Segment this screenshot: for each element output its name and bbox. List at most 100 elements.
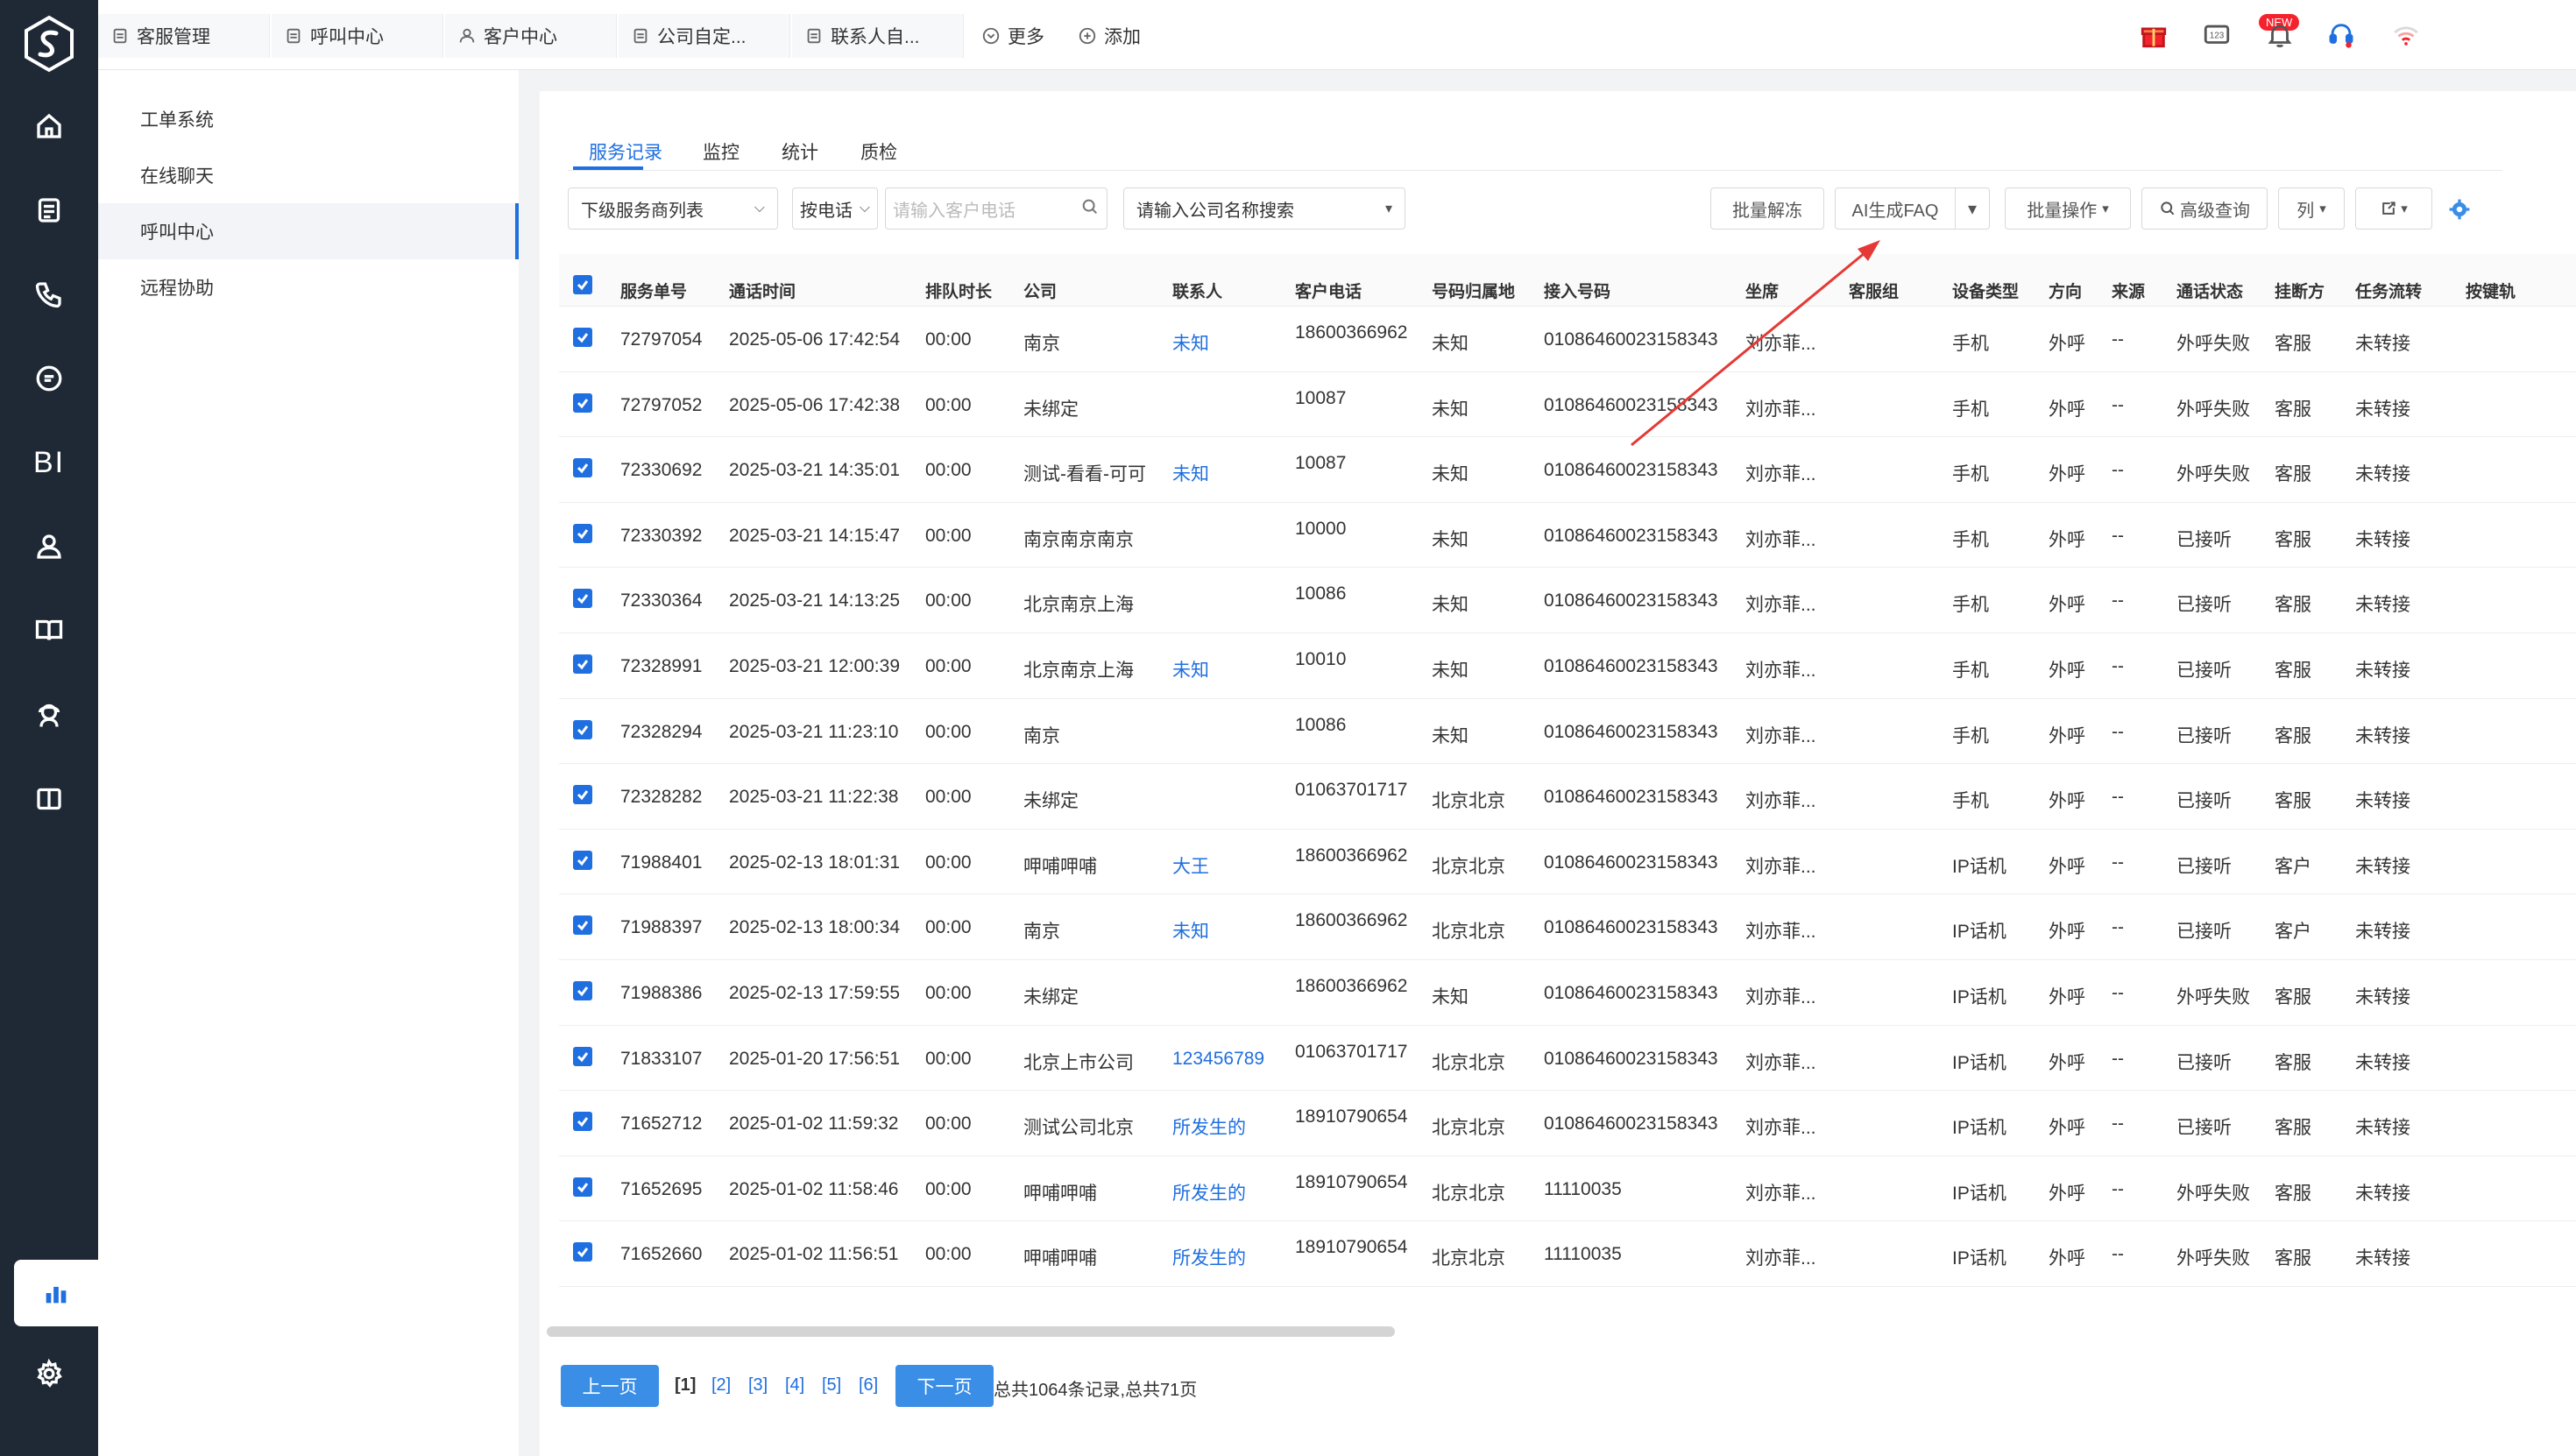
row-checkbox[interactable] xyxy=(573,850,592,870)
tab-statistics[interactable]: 统计 xyxy=(782,138,818,165)
sidebar-item-online-chat[interactable]: 在线聊天 xyxy=(98,147,519,203)
column-header[interactable]: 坐席 xyxy=(1745,279,1779,302)
row-checkbox[interactable] xyxy=(573,1046,592,1066)
table-cell[interactable]: 所发生的 xyxy=(1172,1179,1246,1205)
company-search-select[interactable]: 请输入公司名称搜索 ▾ xyxy=(1123,187,1405,230)
column-header[interactable]: 通话状态 xyxy=(2176,279,2243,302)
table-cell[interactable]: 所发生的 xyxy=(1172,1113,1246,1140)
app-logo-icon[interactable] xyxy=(18,12,81,75)
tab-quality-check[interactable]: 质检 xyxy=(860,138,897,165)
search-type-select[interactable]: 按电话 ⌵ xyxy=(792,187,878,230)
page-number[interactable]: [1] xyxy=(675,1375,696,1396)
table-row[interactable]: 71988386 2025-02-13 17:59:55 00:00 未绑定 18600… xyxy=(559,960,2576,1026)
row-checkbox[interactable] xyxy=(573,785,592,805)
column-header[interactable]: 接入号码 xyxy=(1544,279,1610,302)
row-checkbox[interactable] xyxy=(573,589,592,609)
batch-ops-button[interactable]: 批量操作 ▾ xyxy=(2005,187,2131,230)
home-icon[interactable] xyxy=(25,102,74,151)
sidebar-item-call-center[interactable]: 呼叫中心 xyxy=(98,203,519,259)
row-checkbox[interactable] xyxy=(573,1177,592,1197)
export-button[interactable]: ▾ xyxy=(2355,187,2432,230)
document-icon[interactable] xyxy=(25,186,74,235)
ai-faq-dropdown-button[interactable]: ▾ xyxy=(1955,187,1990,230)
chat-icon[interactable] xyxy=(25,354,74,403)
row-checkbox[interactable] xyxy=(573,328,592,347)
page-number[interactable]: [6] xyxy=(859,1375,878,1396)
tab-monitor[interactable]: 监控 xyxy=(703,138,740,165)
report-chart-icon[interactable] xyxy=(14,1260,98,1326)
table-cell[interactable]: 未知 xyxy=(1172,460,1209,486)
column-header[interactable]: 客服组 xyxy=(1849,279,1899,302)
select-all-checkbox[interactable] xyxy=(573,275,592,294)
column-header[interactable]: 来源 xyxy=(2112,279,2145,302)
settings-gear-icon[interactable] xyxy=(25,1349,74,1398)
table-row[interactable]: 71652712 2025-01-02 11:59:32 00:00 测试公司北京 所发… xyxy=(559,1091,2576,1156)
table-cell[interactable]: 未知 xyxy=(1172,329,1209,356)
table-row[interactable]: 72330364 2025-03-21 14:13:25 00:00 北京南京上海 10… xyxy=(559,568,2576,633)
row-checkbox[interactable] xyxy=(573,981,592,1000)
column-header[interactable]: 联系人 xyxy=(1172,279,1222,302)
column-header[interactable]: 号码归属地 xyxy=(1432,279,1515,302)
column-header[interactable]: 挂断方 xyxy=(2275,279,2325,302)
table-row[interactable]: 72797052 2025-05-06 17:42:38 00:00 未绑定 10087… xyxy=(559,372,2576,438)
column-header[interactable]: 方向 xyxy=(2049,279,2082,302)
page-number[interactable]: [5] xyxy=(822,1375,841,1396)
column-header[interactable]: 通话时间 xyxy=(729,279,796,302)
knowledge-book-icon[interactable] xyxy=(25,774,74,823)
provider-select[interactable]: 下级服务商列表 ⌵ xyxy=(568,187,778,230)
batch-unlock-button[interactable]: 批量解冻 xyxy=(1710,187,1824,230)
page-number[interactable]: [3] xyxy=(748,1375,768,1396)
wifi-signal-icon[interactable] xyxy=(2388,18,2424,53)
keypad-icon[interactable]: 123 xyxy=(2199,18,2234,53)
sidebar-item-ticket-system[interactable]: 工单系统 xyxy=(98,91,519,147)
row-checkbox[interactable] xyxy=(573,458,592,478)
column-header[interactable]: 任务流转 xyxy=(2355,279,2422,302)
column-header[interactable]: 服务单号 xyxy=(620,279,687,302)
column-header[interactable]: 设备类型 xyxy=(1952,279,2019,302)
row-checkbox[interactable] xyxy=(573,915,592,936)
table-row[interactable]: 72330692 2025-03-21 14:35:01 00:00 测试-看看-可可… xyxy=(559,437,2576,503)
table-row[interactable]: 71988397 2025-02-13 18:00:34 00:00 南京 未知 1860… xyxy=(559,894,2576,960)
phone-icon[interactable] xyxy=(25,270,74,319)
row-checkbox[interactable] xyxy=(573,1112,592,1132)
table-row[interactable]: 71988401 2025-02-13 18:01:31 00:00 呷哺呷哺 大王 18… xyxy=(559,830,2576,895)
top-tab-service-mgmt[interactable]: 客服管理 xyxy=(98,14,270,58)
bell-icon[interactable] xyxy=(2262,18,2297,53)
customers-icon[interactable] xyxy=(25,522,74,571)
row-checkbox[interactable] xyxy=(573,523,592,543)
page-number[interactable]: [4] xyxy=(785,1375,804,1396)
gift-icon[interactable] xyxy=(2136,18,2171,53)
columns-button[interactable]: 列 ▾ xyxy=(2278,187,2345,230)
column-header[interactable]: 按键轨 xyxy=(2466,279,2516,302)
top-tab-customer-center[interactable]: 客户中心 xyxy=(445,14,617,58)
table-row[interactable]: 72330392 2025-03-21 14:15:47 00:00 南京南京南京 10… xyxy=(559,503,2576,569)
table-cell[interactable]: 未知 xyxy=(1172,917,1209,944)
book-icon[interactable] xyxy=(25,606,74,655)
table-row[interactable]: 72328282 2025-03-21 11:22:38 00:00 未绑定 01063… xyxy=(559,764,2576,830)
table-row[interactable]: 72797054 2025-05-06 17:42:54 00:00 南京 未知 1860… xyxy=(559,307,2576,372)
page-number[interactable]: [2] xyxy=(711,1375,731,1396)
table-cell[interactable]: 大王 xyxy=(1172,852,1209,879)
row-checkbox[interactable] xyxy=(573,1242,592,1262)
more-tabs-button[interactable]: 更多 xyxy=(981,14,1044,58)
column-header[interactable]: 客户电话 xyxy=(1295,279,1362,302)
add-tab-button[interactable]: 添加 xyxy=(1078,14,1141,58)
top-tab-company-custom[interactable]: 公司自定... xyxy=(619,14,790,58)
table-row[interactable]: 72328294 2025-03-21 11:23:10 00:00 南京 10086 未… xyxy=(559,699,2576,765)
table-cell[interactable]: 123456789 xyxy=(1172,1049,1264,1070)
table-cell[interactable]: 所发生的 xyxy=(1172,1244,1246,1270)
tab-service-records[interactable]: 服务记录 xyxy=(589,138,662,165)
bi-icon[interactable]: BI xyxy=(25,438,74,487)
table-cell[interactable]: 未知 xyxy=(1172,656,1209,682)
top-tab-contact-custom[interactable]: 联系人自... xyxy=(792,14,964,58)
prev-page-button[interactable]: 上一页 xyxy=(561,1365,659,1407)
table-row[interactable]: 72328991 2025-03-21 12:00:39 00:00 北京南京上海 未知… xyxy=(559,633,2576,699)
sidebar-item-remote-assist[interactable]: 远程协助 xyxy=(98,259,519,315)
row-checkbox[interactable] xyxy=(573,654,592,674)
row-checkbox[interactable] xyxy=(573,719,592,739)
column-header[interactable]: 公司 xyxy=(1023,279,1057,302)
phone-search-input[interactable]: 请输入客户电话 xyxy=(885,187,1108,230)
ai-faq-button[interactable]: AI生成FAQ xyxy=(1835,187,1956,230)
advanced-search-button[interactable]: 高级查询 xyxy=(2141,187,2268,230)
table-row[interactable]: 71652660 2025-01-02 11:56:51 00:00 呷哺呷哺 所发生的… xyxy=(559,1221,2576,1287)
